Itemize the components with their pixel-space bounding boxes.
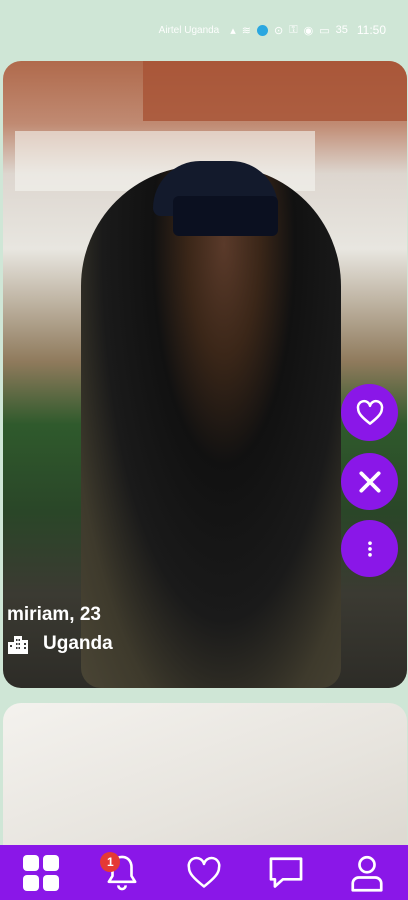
wifi-icon: ≋: [241, 24, 251, 37]
nav-messages[interactable]: [261, 850, 311, 895]
more-options-button[interactable]: [341, 520, 398, 577]
vpn-icon: ⊙: [274, 24, 284, 37]
heart-icon: [356, 399, 383, 425]
location-icon: ◉: [303, 24, 314, 37]
chat-icon: [269, 856, 302, 888]
profile-card[interactable]: miriam, 23 Uganda: [3, 61, 407, 688]
photo-background-roof: [143, 61, 407, 121]
nav-likes[interactable]: [179, 850, 229, 895]
key-icon: ⚿: [289, 23, 298, 36]
heart-icon: [187, 856, 221, 888]
city-icon: [8, 636, 28, 654]
next-profile-card[interactable]: [3, 703, 407, 853]
location-text: Uganda: [43, 633, 113, 654]
battery-level: 35: [335, 24, 348, 36]
status-time: 11:50: [356, 23, 386, 37]
more-vertical-icon: [367, 540, 372, 557]
carrier-label: Airtel Uganda: [158, 24, 220, 36]
nav-notifications[interactable]: 1: [97, 850, 147, 895]
status-bar: Airtel Uganda ▴ ≋ ⊙ ⚿ ◉ ▭ 35 11:50: [0, 0, 408, 60]
user-icon: [351, 855, 383, 892]
profile-name-age: miriam, 23: [7, 604, 101, 625]
dislike-button[interactable]: [341, 453, 398, 510]
bottom-navigation: 1: [0, 845, 408, 900]
nav-discover[interactable]: [16, 850, 66, 895]
photo-sunglasses: [173, 196, 278, 236]
grid-icon: [22, 854, 59, 891]
notification-dot-icon: [257, 24, 268, 36]
battery-icon: ▭: [319, 24, 330, 37]
signal-icon: ▴: [230, 24, 236, 37]
profile-photo: [81, 166, 341, 688]
nav-profile[interactable]: [342, 850, 392, 895]
close-icon: [358, 470, 381, 493]
like-button[interactable]: [341, 384, 398, 441]
profile-location: Uganda: [7, 633, 113, 655]
